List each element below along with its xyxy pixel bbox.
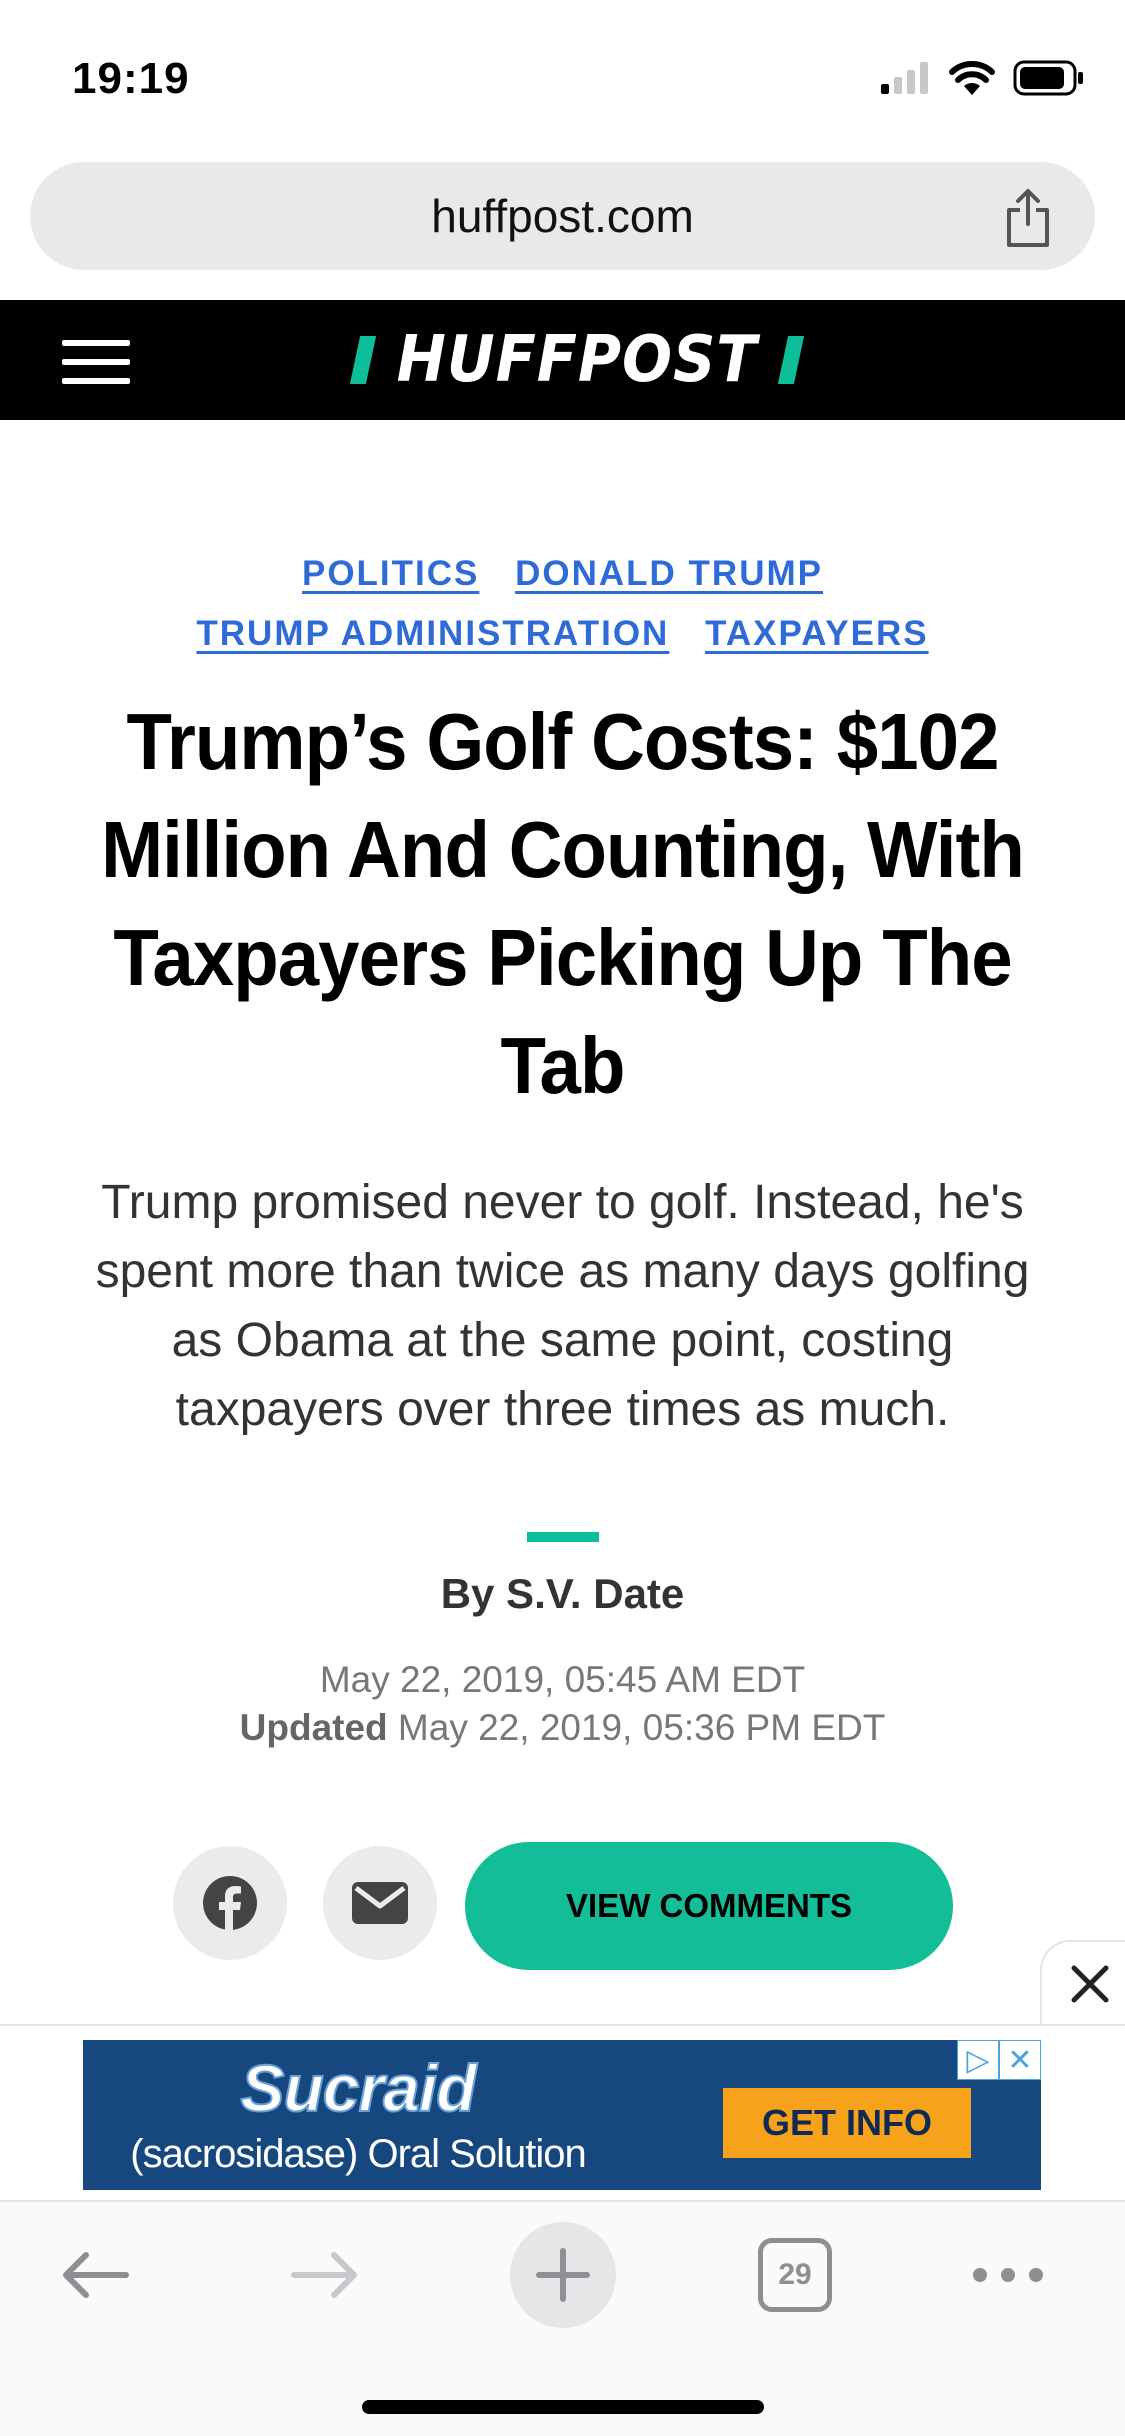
author-byline[interactable]: By S.V. Date <box>0 1570 1125 1618</box>
tag-link-politics[interactable]: POLITICS <box>302 554 479 593</box>
logo-accent-right <box>777 336 805 384</box>
back-icon <box>63 2252 129 2298</box>
updated-label: Updated <box>239 1707 388 1748</box>
plus-icon <box>536 2248 590 2302</box>
more-button[interactable] <box>968 2232 1048 2318</box>
logo-accent-left <box>349 336 377 384</box>
view-comments-button[interactable]: VIEW COMMENTS <box>465 1842 953 1970</box>
status-icons <box>881 58 1085 98</box>
browser-toolbar: 29 <box>0 2202 1125 2436</box>
forward-icon <box>291 2252 357 2298</box>
logo-text: HUFFPOST <box>396 323 758 397</box>
ad-subtitle: (sacrosidase) Oral Solution <box>130 2132 586 2176</box>
facebook-share-button[interactable] <box>173 1846 287 1960</box>
menu-icon[interactable] <box>62 340 130 384</box>
page: 19:19 huffpost.com HUFFPOST POLITICS DON… <box>0 0 1125 2436</box>
updated-date: May 22, 2019, 05:36 PM EDT <box>397 1707 886 1748</box>
facebook-icon <box>203 1876 257 1931</box>
adchoices-icon[interactable]: ▷ <box>957 2040 999 2080</box>
address-bar[interactable]: huffpost.com <box>30 162 1095 270</box>
tag-link-trump-administration[interactable]: TRUMP ADMINISTRATION <box>196 614 669 653</box>
huffpost-logo[interactable]: HUFFPOST <box>349 323 805 397</box>
url-text[interactable]: huffpost.com <box>30 162 1095 270</box>
mail-icon <box>352 1882 408 1924</box>
home-indicator <box>362 2400 764 2414</box>
battery-icon <box>1013 60 1083 96</box>
article-headline: Trump’s Golf Costs: $102 Million And Cou… <box>101 697 1025 1110</box>
updated-row: Updated May 22, 2019, 05:36 PM EDT <box>0 1704 1125 1752</box>
ad-brand: Sucraid <box>239 2050 477 2126</box>
signal-icon <box>881 62 928 94</box>
new-tab-button[interactable] <box>510 2222 616 2328</box>
ad-close-button[interactable] <box>1040 1940 1125 2026</box>
status-time: 19:19 <box>72 54 190 103</box>
close-icon <box>1071 1965 1109 2003</box>
tag-row: POLITICS DONALD TRUMP <box>0 554 1125 594</box>
status-bar: 19:19 <box>0 0 1125 150</box>
ad-banner[interactable]: Sucraid (sacrosidase) Oral Solution GET … <box>83 2040 1041 2190</box>
ad-cta-button[interactable]: GET INFO <box>723 2088 971 2158</box>
forward-button[interactable] <box>280 2232 370 2318</box>
email-share-button[interactable] <box>323 1846 437 1960</box>
accent-divider <box>527 1532 599 1542</box>
back-button[interactable] <box>50 2232 140 2318</box>
ad-container: Sucraid (sacrosidase) Oral Solution GET … <box>0 2024 1125 2202</box>
site-header: HUFFPOST <box>0 300 1125 420</box>
share-icon[interactable] <box>1001 188 1055 248</box>
ad-dismiss-icon[interactable]: ✕ <box>999 2040 1041 2080</box>
article-summary: Trump promised never to golf. Instead, h… <box>95 1176 1030 1436</box>
published-date: May 22, 2019, 05:45 AM EDT <box>319 1659 806 1700</box>
tag-link-donald-trump[interactable]: DONALD TRUMP <box>515 554 823 593</box>
more-icon <box>973 2268 1043 2282</box>
article-dates: May 22, 2019, 05:45 AM EDT Updated May 2… <box>0 1656 1125 1752</box>
tag-link-taxpayers[interactable]: TAXPAYERS <box>705 614 929 653</box>
tabs-icon[interactable]: 29 <box>758 2238 832 2312</box>
ad-choices[interactable]: ▷ ✕ <box>957 2040 1041 2080</box>
wifi-icon <box>949 61 995 95</box>
tag-row: TRUMP ADMINISTRATION TAXPAYERS <box>0 614 1125 654</box>
